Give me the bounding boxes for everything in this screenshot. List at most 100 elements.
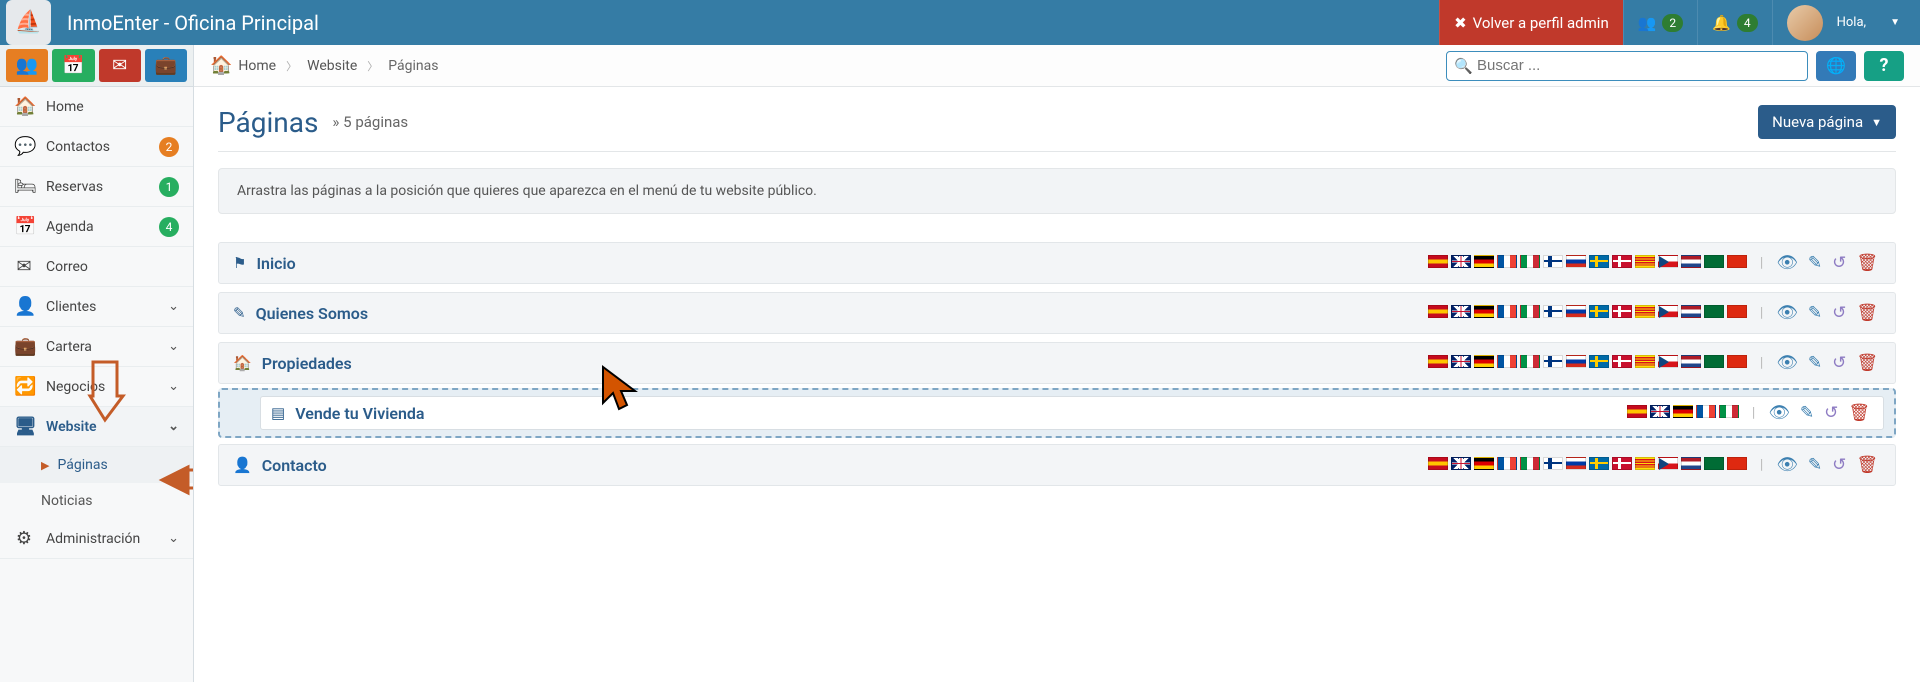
trash-icon[interactable]: 🗑 <box>1856 253 1878 273</box>
flag-it-icon[interactable] <box>1719 405 1739 418</box>
flag-ca-icon[interactable] <box>1635 255 1655 268</box>
flag-gb-icon[interactable] <box>1451 255 1471 268</box>
back-to-admin-button[interactable]: ✖ Volver a perfil admin <box>1439 0 1623 45</box>
trash-icon[interactable]: 🗑 <box>1856 353 1878 373</box>
flag-gb-icon[interactable] <box>1451 457 1471 470</box>
flag-cz-icon[interactable] <box>1658 255 1678 268</box>
edit-icon[interactable]: ✎ <box>1808 253 1822 273</box>
page-row[interactable]: 🏠 Propiedades | 👁 ✎ ↺ 🗑 <box>218 342 1896 384</box>
search-input[interactable] <box>1446 51 1808 81</box>
flag-fi-icon[interactable] <box>1543 355 1563 368</box>
flag-de-icon[interactable] <box>1474 457 1494 470</box>
flag-it-icon[interactable] <box>1520 457 1540 470</box>
page-row-dragging[interactable]: ▤ Vende tu Vivienda | 👁 ✎ ↺ 🗑 <box>260 396 1884 430</box>
undo-icon[interactable]: ↺ <box>1832 303 1846 323</box>
drop-zone[interactable]: ▤ Vende tu Vivienda | 👁 ✎ ↺ 🗑 <box>218 388 1896 438</box>
undo-icon[interactable]: ↺ <box>1832 253 1846 273</box>
flag-ru-icon[interactable] <box>1566 255 1586 268</box>
edit-icon[interactable]: ✎ <box>1808 303 1822 323</box>
page-row[interactable]: ⚑ Inicio | 👁 ✎ ↺ 🗑 <box>218 242 1896 284</box>
sidebar-item-agenda[interactable]: 📅Agenda4 <box>0 207 193 247</box>
page-row[interactable]: ✎ Quienes Somos | 👁 ✎ ↺ 🗑 <box>218 292 1896 334</box>
edit-icon[interactable]: ✎ <box>1800 403 1814 423</box>
flag-gb-icon[interactable] <box>1650 405 1670 418</box>
user-menu[interactable]: Hola, ▼ <box>1772 0 1920 45</box>
sidebar-sub-noticias[interactable]: Noticias <box>0 483 193 519</box>
sidebar-item-home[interactable]: 🏠Home <box>0 87 193 127</box>
flag-de-icon[interactable] <box>1474 305 1494 318</box>
flag-sa-icon[interactable] <box>1704 457 1724 470</box>
flag-de-icon[interactable] <box>1474 355 1494 368</box>
flag-nl-icon[interactable] <box>1681 355 1701 368</box>
flag-sa-icon[interactable] <box>1704 305 1724 318</box>
flag-nl-icon[interactable] <box>1681 255 1701 268</box>
flag-es-icon[interactable] <box>1428 457 1448 470</box>
header-bell-button[interactable]: 🔔 4 <box>1697 0 1771 45</box>
sidebar-item-website[interactable]: 🖥Website⌄ <box>0 407 193 447</box>
flag-se-icon[interactable] <box>1589 255 1609 268</box>
sidebar-sub-paginas[interactable]: ▶Páginas <box>0 447 193 483</box>
undo-icon[interactable]: ↺ <box>1832 353 1846 373</box>
flag-sa-icon[interactable] <box>1704 355 1724 368</box>
trash-icon[interactable]: 🗑 <box>1848 403 1870 423</box>
flag-de-icon[interactable] <box>1474 255 1494 268</box>
flag-cn-icon[interactable] <box>1727 355 1747 368</box>
flag-fr-icon[interactable] <box>1696 405 1716 418</box>
quick-users-button[interactable]: 👥 <box>6 49 48 82</box>
quick-calendar-button[interactable]: 📅 <box>52 49 94 82</box>
flag-fr-icon[interactable] <box>1497 255 1517 268</box>
flag-ru-icon[interactable] <box>1566 457 1586 470</box>
page-row[interactable]: 👤 Contacto | 👁 ✎ ↺ 🗑 <box>218 444 1896 486</box>
flag-it-icon[interactable] <box>1520 355 1540 368</box>
flag-gb-icon[interactable] <box>1451 355 1471 368</box>
flag-ru-icon[interactable] <box>1566 305 1586 318</box>
breadcrumb-home[interactable]: Home <box>238 58 276 74</box>
view-icon[interactable]: 👁 <box>1776 455 1798 475</box>
flag-cn-icon[interactable] <box>1727 457 1747 470</box>
sidebar-item-clientes[interactable]: 👤Clientes⌄ <box>0 287 193 327</box>
flag-sa-icon[interactable] <box>1704 255 1724 268</box>
flag-fr-icon[interactable] <box>1497 457 1517 470</box>
flag-dk-icon[interactable] <box>1612 457 1632 470</box>
undo-icon[interactable]: ↺ <box>1832 455 1846 475</box>
undo-icon[interactable]: ↺ <box>1824 403 1838 423</box>
sidebar-item-cartera[interactable]: 💼Cartera⌄ <box>0 327 193 367</box>
globe-button[interactable]: 🌐 <box>1816 51 1856 81</box>
flag-de-icon[interactable] <box>1673 405 1693 418</box>
sidebar-item-negocios[interactable]: 🔁Negocios⌄ <box>0 367 193 407</box>
sidebar-item-reservas[interactable]: 🛏Reservas1 <box>0 167 193 207</box>
flag-se-icon[interactable] <box>1589 305 1609 318</box>
flag-it-icon[interactable] <box>1520 305 1540 318</box>
flag-es-icon[interactable] <box>1428 305 1448 318</box>
flag-ru-icon[interactable] <box>1566 355 1586 368</box>
flag-nl-icon[interactable] <box>1681 305 1701 318</box>
sidebar-item-administracion[interactable]: ⚙Administración⌄ <box>0 519 193 559</box>
flag-es-icon[interactable] <box>1428 255 1448 268</box>
quick-mail-button[interactable]: ✉ <box>99 49 141 82</box>
view-icon[interactable]: 👁 <box>1776 303 1798 323</box>
edit-icon[interactable]: ✎ <box>1808 353 1822 373</box>
edit-icon[interactable]: ✎ <box>1808 455 1822 475</box>
flag-cz-icon[interactable] <box>1658 457 1678 470</box>
new-page-button[interactable]: Nueva página ▼ <box>1758 105 1896 139</box>
flag-nl-icon[interactable] <box>1681 457 1701 470</box>
flag-cn-icon[interactable] <box>1727 255 1747 268</box>
flag-cz-icon[interactable] <box>1658 305 1678 318</box>
help-button[interactable]: ? <box>1864 51 1904 81</box>
sidebar-item-contactos[interactable]: 💬Contactos2 <box>0 127 193 167</box>
header-users-button[interactable]: 👥 2 <box>1623 0 1697 45</box>
view-icon[interactable]: 👁 <box>1776 353 1798 373</box>
quick-briefcase-button[interactable]: 💼 <box>145 49 187 82</box>
view-icon[interactable]: 👁 <box>1776 253 1798 273</box>
flag-gb-icon[interactable] <box>1451 305 1471 318</box>
flag-es-icon[interactable] <box>1627 405 1647 418</box>
flag-dk-icon[interactable] <box>1612 305 1632 318</box>
flag-it-icon[interactable] <box>1520 255 1540 268</box>
trash-icon[interactable]: 🗑 <box>1856 303 1878 323</box>
flag-fr-icon[interactable] <box>1497 305 1517 318</box>
flag-fi-icon[interactable] <box>1543 305 1563 318</box>
flag-cn-icon[interactable] <box>1727 305 1747 318</box>
breadcrumb-website[interactable]: Website <box>307 58 357 74</box>
flag-fi-icon[interactable] <box>1543 255 1563 268</box>
flag-ca-icon[interactable] <box>1635 457 1655 470</box>
